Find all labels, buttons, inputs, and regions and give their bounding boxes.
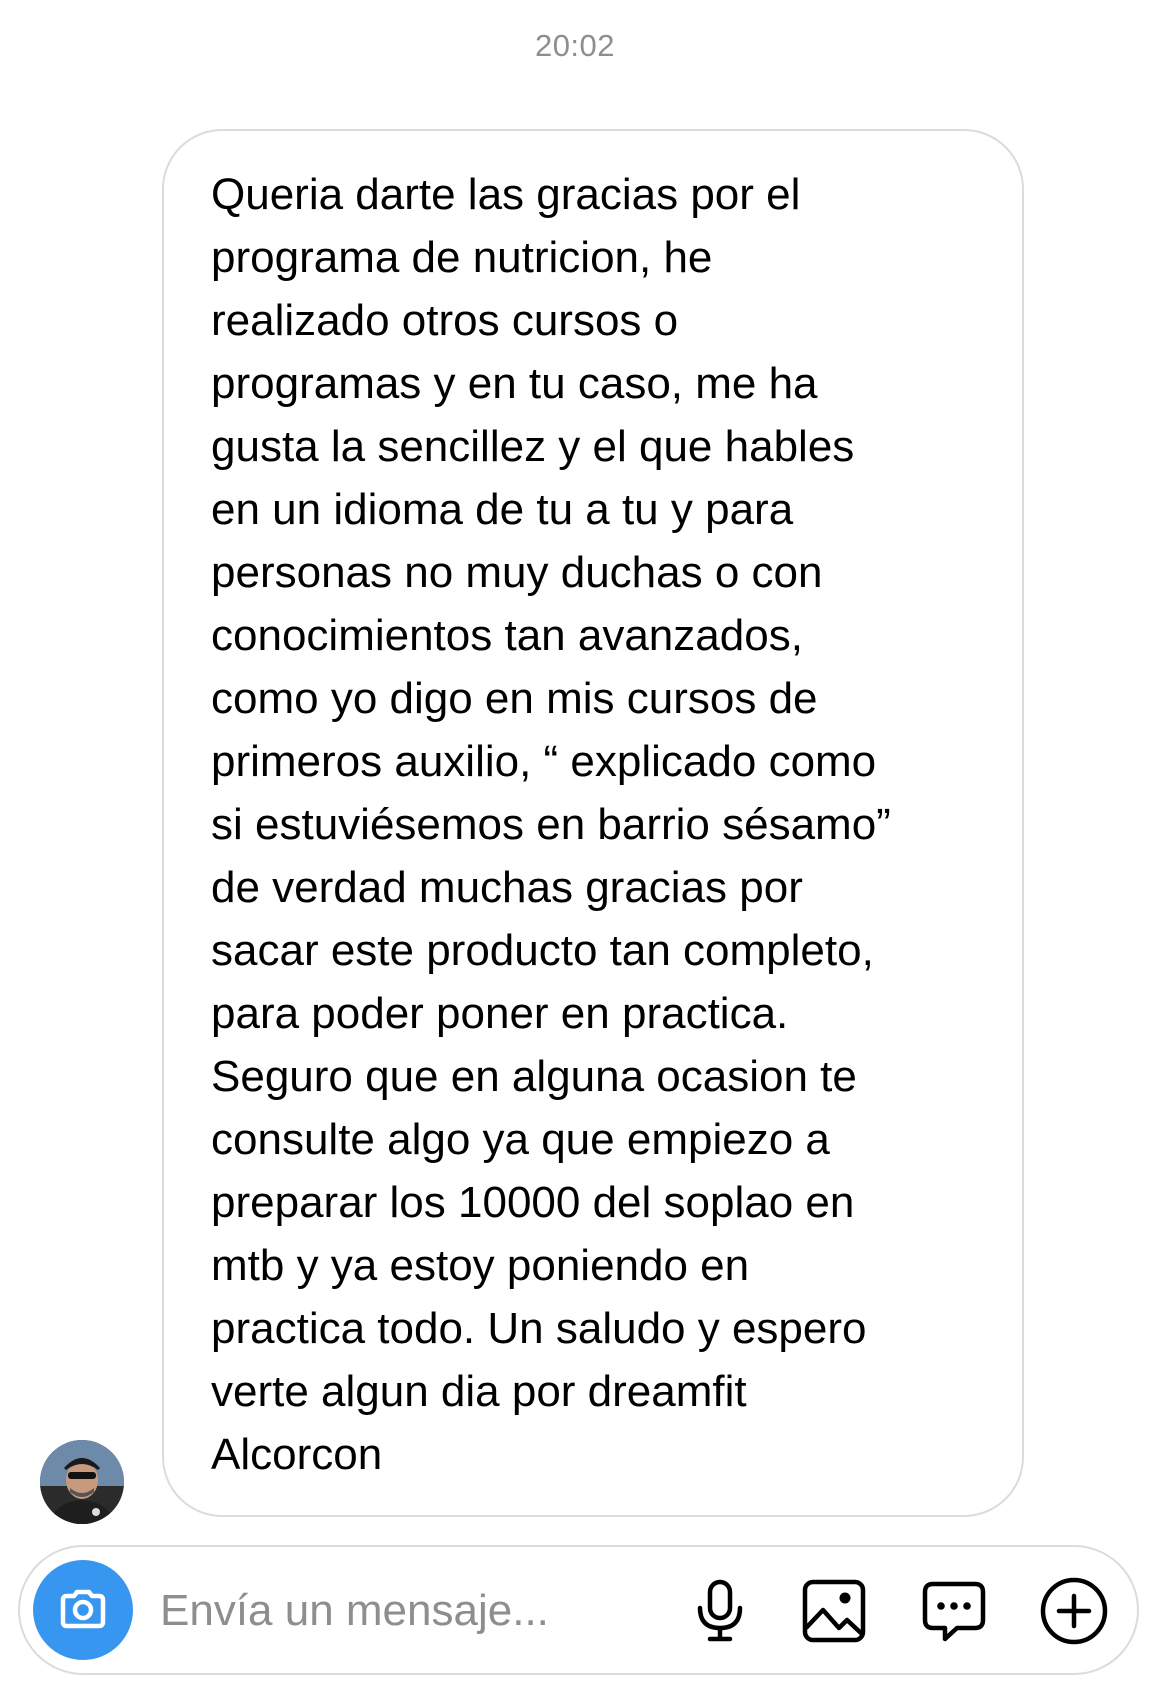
message-timestamp: 20:02 bbox=[534, 28, 616, 63]
message-row: Queria darte las gracias por el programa… bbox=[0, 129, 1150, 1524]
image-icon bbox=[802, 1579, 866, 1643]
avatar[interactable] bbox=[40, 1440, 124, 1524]
plus-icon bbox=[1040, 1577, 1108, 1645]
message-bubble[interactable]: Queria darte las gracias por el programa… bbox=[162, 129, 1024, 1517]
microphone-icon bbox=[697, 1579, 743, 1642]
add-button[interactable] bbox=[1038, 1575, 1110, 1647]
message-composer bbox=[18, 1545, 1139, 1675]
sticker-icon bbox=[922, 1581, 986, 1642]
gallery-button[interactable] bbox=[798, 1575, 870, 1647]
microphone-button[interactable] bbox=[684, 1575, 756, 1647]
camera-button[interactable] bbox=[33, 1560, 133, 1660]
profile-photo-icon bbox=[40, 1440, 124, 1524]
camera-icon bbox=[60, 1589, 106, 1629]
message-input[interactable] bbox=[160, 1583, 640, 1639]
sticker-button[interactable] bbox=[918, 1575, 990, 1647]
message-text: Queria darte las gracias por el programa… bbox=[211, 170, 891, 1479]
